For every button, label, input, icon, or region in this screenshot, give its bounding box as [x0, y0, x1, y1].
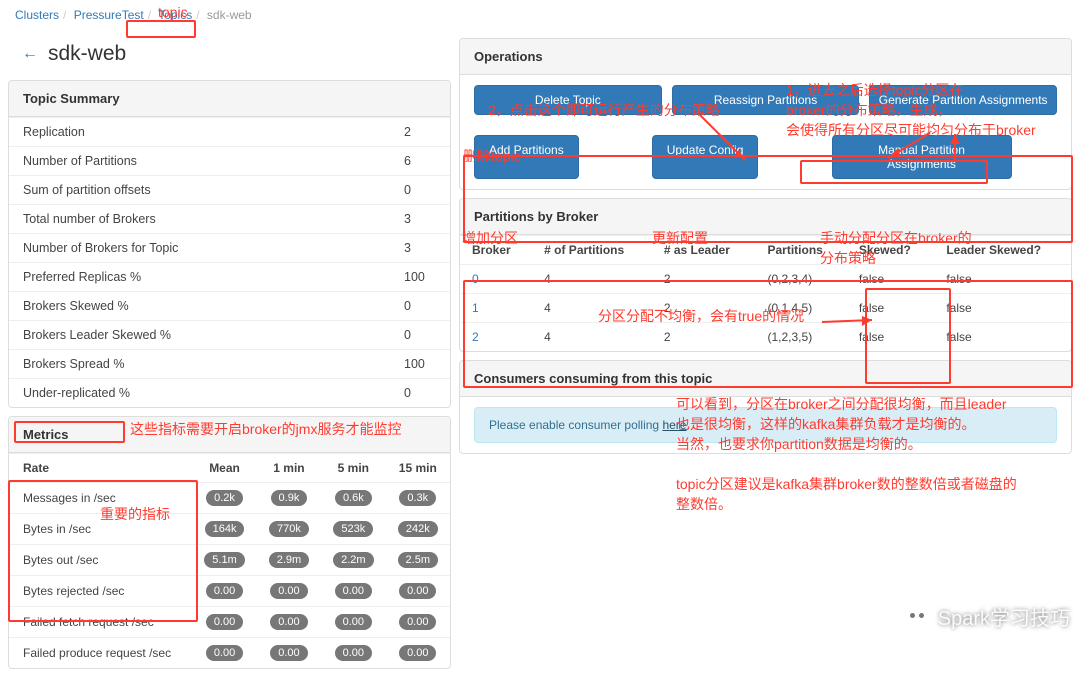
summary-row: Under-replicated %0 — [9, 379, 450, 408]
metric-row: Failed produce request /sec0.000.000.000… — [9, 638, 450, 669]
metric-row: Messages in /sec0.2k0.9k0.6k0.3k — [9, 483, 450, 514]
partitions-table: Broker# of Partitions# as LeaderPartitio… — [460, 235, 1071, 351]
enable-polling-link[interactable]: here — [662, 418, 686, 432]
summary-row: Brokers Leader Skewed %0 — [9, 321, 450, 350]
summary-row: Number of Partitions6 — [9, 147, 450, 176]
partition-row: 042(0,2,3,4)falsefalse — [460, 265, 1071, 294]
summary-row: Total number of Brokers3 — [9, 205, 450, 234]
summary-row: Sum of partition offsets0 — [9, 176, 450, 205]
topic-summary-panel: Topic Summary Replication2Number of Part… — [8, 80, 451, 408]
broker-link[interactable]: 0 — [472, 272, 479, 286]
back-arrow-icon[interactable]: ← — [22, 45, 38, 63]
metrics-table: RateMean1 min5 min15 minMessages in /sec… — [9, 453, 450, 668]
operations-panel: Operations Delete Topic Reassign Partiti… — [459, 38, 1072, 190]
metric-row: Bytes rejected /sec0.000.000.000.00 — [9, 576, 450, 607]
broker-link[interactable]: 2 — [472, 330, 479, 344]
consumer-notice: Please enable consumer polling here. — [474, 407, 1057, 443]
summary-row: Replication2 — [9, 118, 450, 147]
summary-table: Replication2Number of Partitions6Sum of … — [9, 117, 450, 407]
manual-assignments-button[interactable]: Manual Partition Assignments — [832, 135, 1012, 179]
generate-assignments-button[interactable]: Generate Partition Assignments — [869, 85, 1057, 115]
breadcrumb: Clusters/ PressureTest/ Topics/ sdk-web — [0, 0, 1080, 30]
summary-row: Brokers Skewed %0 — [9, 292, 450, 321]
topic-title: sdk-web — [48, 42, 126, 66]
metric-row: Bytes out /sec5.1m2.9m2.2m2.5m — [9, 545, 450, 576]
metrics-panel: Metrics RateMean1 min5 min15 minMessages… — [8, 416, 451, 669]
partition-row: 242(1,2,3,5)falsefalse — [460, 323, 1071, 352]
delete-topic-button[interactable]: Delete Topic — [474, 85, 662, 115]
update-config-button[interactable]: Update Config — [652, 135, 759, 179]
summary-row: Brokers Spread %100 — [9, 350, 450, 379]
watermark: Spark学习技巧 — [904, 602, 1070, 631]
metric-row: Failed fetch request /sec0.000.000.000.0… — [9, 607, 450, 638]
panel-head-metrics: Metrics — [9, 417, 450, 453]
consumers-panel: Consumers consuming from this topic Plea… — [459, 360, 1072, 454]
panel-head-consumers: Consumers consuming from this topic — [460, 361, 1071, 397]
panel-head-partitions: Partitions by Broker — [460, 199, 1071, 235]
bc-clusters[interactable]: Clusters — [15, 8, 59, 22]
reassign-partitions-button[interactable]: Reassign Partitions — [672, 85, 860, 115]
bc-pressuretest[interactable]: PressureTest — [74, 8, 144, 22]
summary-row: Preferred Replicas %100 — [9, 263, 450, 292]
bc-topics[interactable]: Topics — [158, 8, 192, 22]
summary-row: Number of Brokers for Topic3 — [9, 234, 450, 263]
panel-head-ops: Operations — [460, 39, 1071, 75]
add-partitions-button[interactable]: Add Partitions — [474, 135, 579, 179]
metric-row: Bytes in /sec164k770k523k242k — [9, 514, 450, 545]
partition-row: 142(0,1,4,5)falsefalse — [460, 294, 1071, 323]
panel-head-summary: Topic Summary — [9, 81, 450, 117]
partitions-panel: Partitions by Broker Broker# of Partitio… — [459, 198, 1072, 352]
broker-link[interactable]: 1 — [472, 301, 479, 315]
bc-current: sdk-web — [207, 8, 252, 22]
wechat-icon — [904, 606, 930, 628]
